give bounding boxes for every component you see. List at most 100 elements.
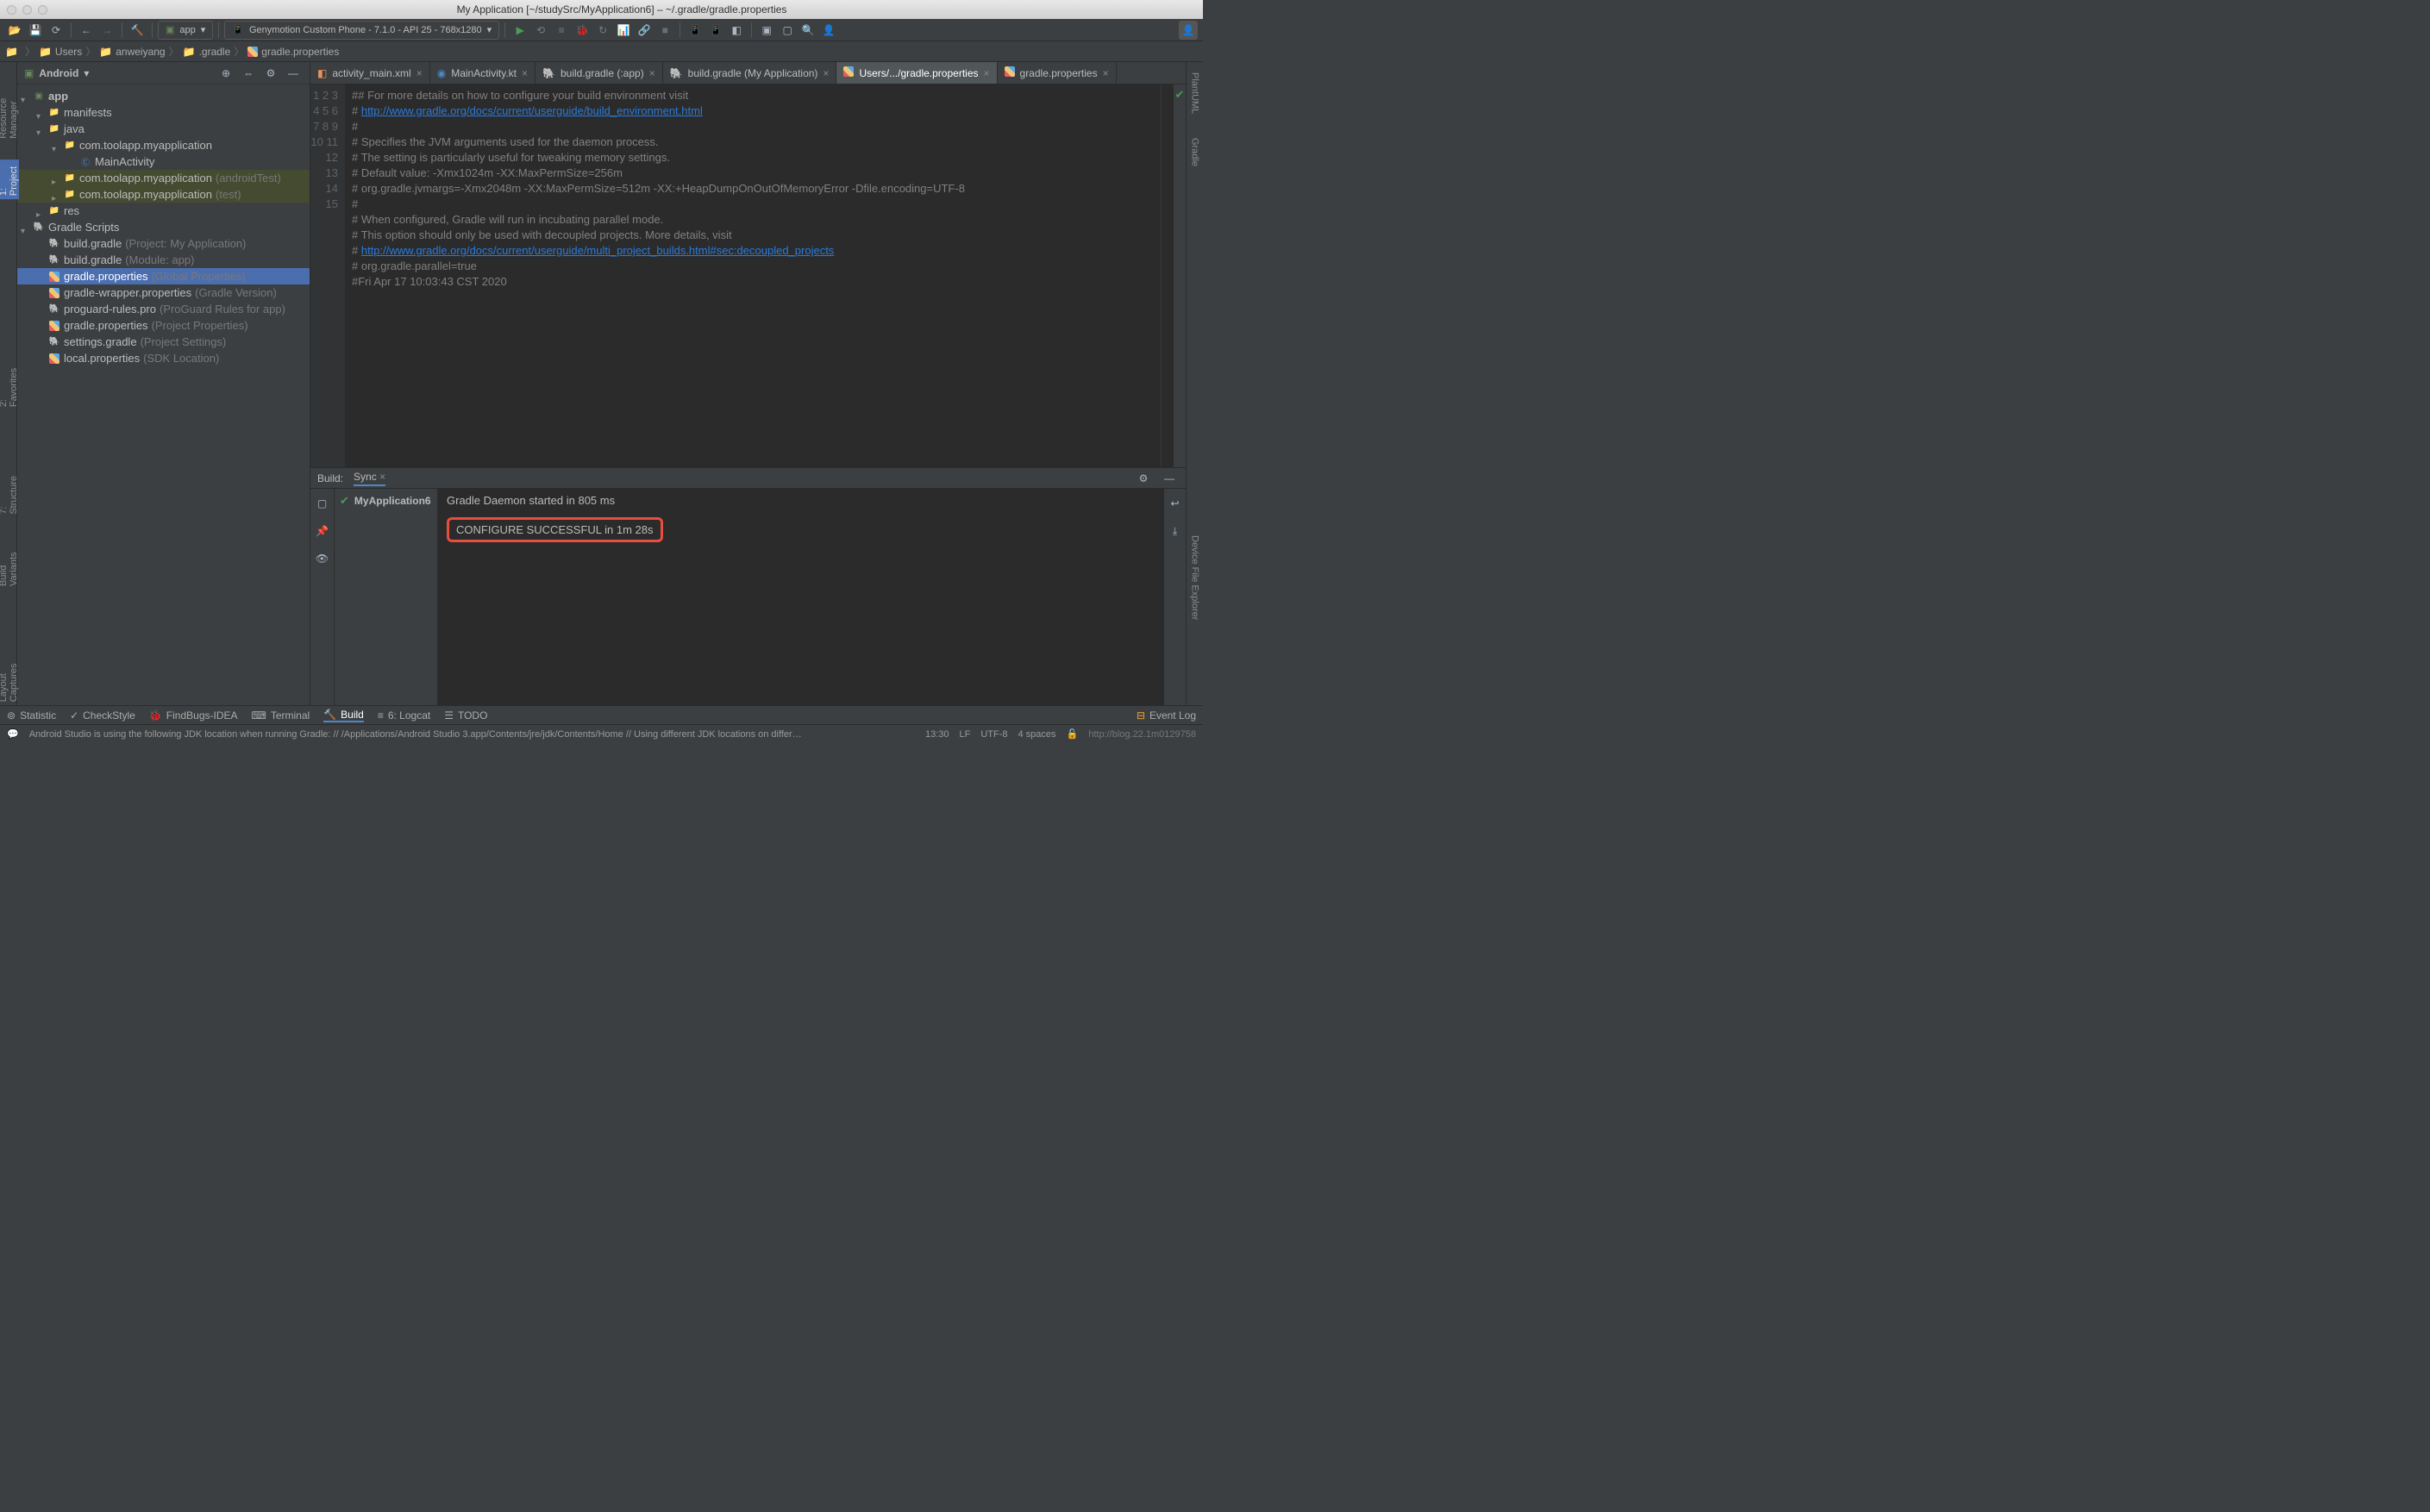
build-tree-root[interactable]: ✔ MyApplication6 [340, 494, 432, 508]
expand-arrow-icon[interactable] [36, 338, 45, 347]
coverage-button[interactable]: ↻ [593, 21, 612, 40]
close-window-icon[interactable] [7, 5, 16, 15]
tree-item[interactable]: gradle-wrapper.properties (Gradle Versio… [17, 284, 310, 301]
expand-arrow-icon[interactable] [36, 240, 45, 248]
settings-gear-icon[interactable]: ⚙ [261, 64, 280, 83]
caret-position[interactable]: 13:30 [925, 729, 949, 740]
expand-arrow-icon[interactable] [36, 305, 45, 314]
bottom-tool-button[interactable]: 🔨Build [323, 709, 364, 722]
expand-arrow-icon[interactable] [67, 158, 76, 166]
tree-item[interactable]: 🐘settings.gradle (Project Settings) [17, 334, 310, 350]
expand-arrow-icon[interactable] [21, 223, 29, 232]
expand-arrow-icon[interactable] [36, 272, 45, 281]
resource-manager-button[interactable]: ◧ [727, 21, 746, 40]
forward-button[interactable]: → [97, 21, 116, 40]
stop-button[interactable]: ■ [655, 21, 674, 40]
project-tab[interactable]: 1: Project [0, 159, 19, 199]
expand-arrow-icon[interactable] [36, 207, 45, 216]
tree-item[interactable]: ⒸMainActivity [17, 153, 310, 170]
structure-tab[interactable]: 7: Structure [0, 471, 19, 518]
tree-item[interactable]: 🐘build.gradle (Project: My Application) [17, 235, 310, 252]
tree-item[interactable]: 📁manifests [17, 104, 310, 121]
doc-link[interactable]: http://www.gradle.org/docs/current/userg… [361, 104, 703, 117]
expand-arrow-icon[interactable] [52, 141, 60, 150]
close-tab-icon[interactable]: × [1103, 67, 1109, 79]
tree-item[interactable]: 🐘Gradle Scripts [17, 219, 310, 235]
app-inspection-button[interactable]: ▢ [778, 21, 797, 40]
lock-icon[interactable]: 🔓 [1067, 728, 1079, 740]
open-file-button[interactable]: 📂 [5, 21, 24, 40]
bottom-tool-button[interactable]: ✓CheckStyle [70, 709, 135, 722]
tree-item[interactable]: 📁com.toolapp.myapplication [17, 137, 310, 153]
close-icon[interactable]: × [379, 471, 385, 483]
project-tree[interactable]: ▣app📁manifests📁java📁com.toolapp.myapplic… [17, 84, 310, 705]
expand-arrow-icon[interactable] [52, 174, 60, 183]
code-editor[interactable]: 1 2 3 4 5 6 7 8 9 10 11 12 13 14 15 ## F… [310, 84, 1186, 467]
debug-button[interactable]: 🐞 [573, 21, 592, 40]
code-content[interactable]: ## For more details on how to configure … [345, 84, 1162, 467]
build-variants-tab[interactable]: Build Variants [0, 535, 19, 590]
build-tasks-tree[interactable]: ✔ MyApplication6 [335, 489, 438, 705]
breadcrumb-item[interactable]: gradle.properties [247, 46, 339, 58]
expand-arrow-icon[interactable] [52, 191, 60, 199]
bottom-tool-button[interactable]: 🐞FindBugs-IDEA [149, 709, 238, 722]
expand-arrow-icon[interactable] [36, 354, 45, 363]
gradle-tab[interactable]: Gradle [1190, 134, 1200, 170]
avd-manager-button[interactable]: 📱 [686, 21, 705, 40]
breadcrumb-item[interactable]: 📁anweiyang [99, 46, 165, 58]
tree-item[interactable]: gradle.properties (Global Properties) [17, 268, 310, 284]
tree-item[interactable]: 📁res [17, 203, 310, 219]
bottom-tool-button[interactable]: ☰TODO [444, 709, 487, 722]
editor-tab[interactable]: Users/.../gradle.properties× [836, 62, 997, 84]
filter-button[interactable]: ▢ [313, 494, 332, 513]
apply-changes-button[interactable]: ⟲ [531, 21, 550, 40]
tree-item[interactable]: local.properties (SDK Location) [17, 350, 310, 366]
pin-button[interactable]: 📌 [313, 522, 332, 540]
hide-panel-button[interactable]: — [1160, 469, 1179, 488]
layout-inspector-button[interactable]: ▣ [757, 21, 776, 40]
expand-arrow-icon[interactable] [21, 92, 29, 101]
file-encoding[interactable]: UTF-8 [980, 729, 1007, 740]
device-file-explorer-tab[interactable]: Device File Explorer [1190, 532, 1200, 623]
search-button[interactable]: 🔍 [799, 21, 817, 40]
tree-item[interactable]: gradle.properties (Project Properties) [17, 317, 310, 334]
profiler-button[interactable]: 📊 [614, 21, 633, 40]
line-separator[interactable]: LF [959, 729, 970, 740]
close-tab-icon[interactable]: × [522, 67, 528, 79]
run-config-selector[interactable]: ▣ app ▾ [158, 21, 213, 40]
sync-tab[interactable]: Sync × [354, 471, 385, 486]
project-view-mode[interactable]: Android [39, 67, 78, 79]
save-all-button[interactable]: 💾 [26, 21, 45, 40]
back-button[interactable]: ← [77, 21, 96, 40]
bottom-tool-button[interactable]: ⊚Statistic [7, 709, 56, 722]
tree-item[interactable]: 📁java [17, 121, 310, 137]
close-tab-icon[interactable]: × [649, 67, 655, 79]
tree-item[interactable]: 🐘build.gradle (Module: app) [17, 252, 310, 268]
editor-tab[interactable]: ◧activity_main.xml× [310, 62, 430, 84]
build-hammer-button[interactable]: 🔨 [128, 21, 147, 40]
apply-code-button[interactable]: ≡ [552, 21, 571, 40]
chevron-down-icon[interactable]: ▾ [84, 67, 89, 79]
minimize-window-icon[interactable] [22, 5, 32, 15]
layout-captures-tab[interactable]: Layout Captures [0, 641, 19, 705]
user-avatar-icon[interactable]: 👤 [1179, 21, 1198, 40]
breadcrumb-item[interactable]: 📁 [5, 46, 22, 58]
hide-panel-button[interactable]: — [284, 64, 303, 83]
device-selector[interactable]: 📱 Genymotion Custom Phone - 7.1.0 - API … [224, 21, 499, 40]
plantuml-tab[interactable]: PlantUML [1190, 69, 1200, 117]
editor-tab[interactable]: ◉MainActivity.kt× [430, 62, 535, 84]
show-button[interactable]: 👁 [313, 549, 332, 568]
collapse-all-button[interactable]: ⇔ [239, 64, 258, 83]
editor-tab[interactable]: gradle.properties× [998, 62, 1117, 84]
notifications-icon[interactable]: 💬 [7, 728, 19, 740]
expand-arrow-icon[interactable] [36, 289, 45, 297]
resource-manager-tab[interactable]: Resource Manager [0, 69, 19, 142]
expand-arrow-icon[interactable] [36, 125, 45, 134]
expand-arrow-icon[interactable] [36, 109, 45, 117]
indent-settings[interactable]: 4 spaces [1018, 729, 1056, 740]
breadcrumb-item[interactable]: 📁.gradle [183, 46, 231, 58]
maximize-window-icon[interactable] [38, 5, 47, 15]
editor-tab[interactable]: 🐘build.gradle (:app)× [535, 62, 663, 84]
tree-item[interactable]: 📁com.toolapp.myapplication (androidTest) [17, 170, 310, 186]
breadcrumb-item[interactable]: 📁Users [39, 46, 82, 58]
